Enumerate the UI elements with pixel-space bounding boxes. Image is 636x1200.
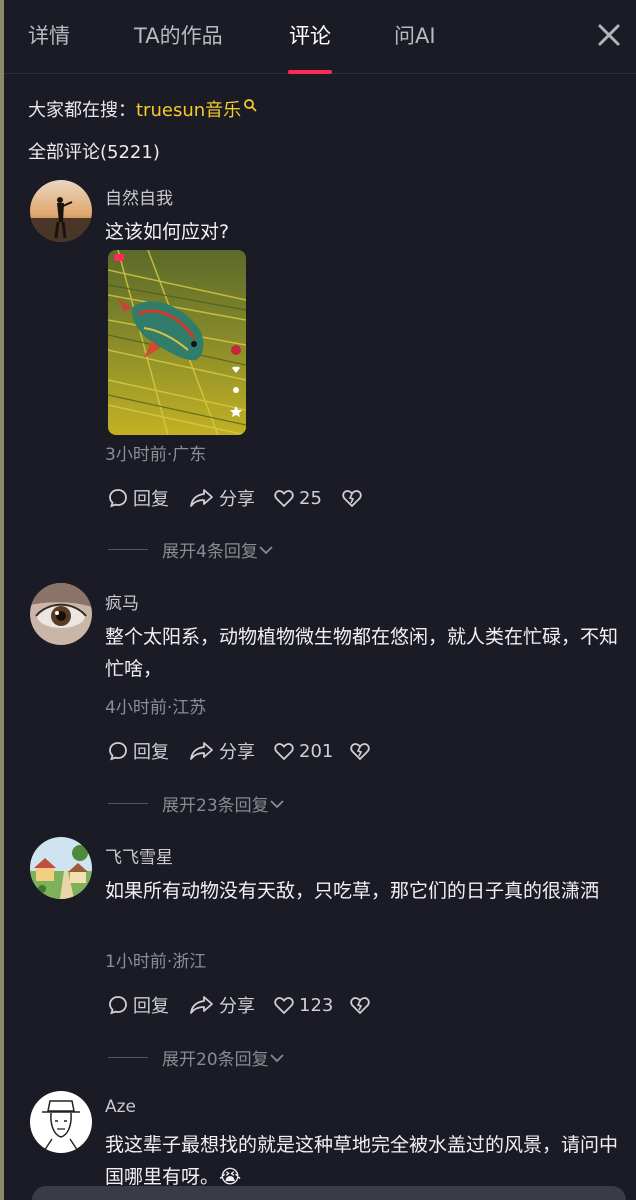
reply-label: 回复 <box>133 742 169 763</box>
search-icon[interactable] <box>243 96 257 112</box>
reply-button[interactable]: 回复 <box>107 484 169 512</box>
heart-icon <box>274 490 294 508</box>
dislike-button[interactable] <box>341 484 367 512</box>
comment-input-bar[interactable] <box>32 1186 626 1200</box>
avatar[interactable] <box>30 837 92 899</box>
expand-replies-button[interactable]: 展开23条回复 <box>108 791 285 816</box>
reply-icon <box>109 742 127 761</box>
tab-ask-ai[interactable]: 问AI <box>394 20 436 50</box>
share-icon <box>190 742 213 760</box>
comment-text: 如果所有动物没有天敌，只吃草，那它们的日子真的很潇洒 <box>105 880 600 902</box>
tab-bar: 详情 TA的作品 评论 问AI <box>4 0 636 74</box>
comment-actions: 回复 分享 123 <box>105 991 505 1019</box>
broken-heart-icon <box>342 490 362 508</box>
comment-text: 整个太阳系，动物植物微生物都在悠闲，就人类在忙碌，不知忙啥， <box>105 626 619 680</box>
heart-icon <box>274 997 294 1015</box>
reply-button[interactable]: 回复 <box>107 991 169 1019</box>
reply-button[interactable]: 回复 <box>107 737 169 765</box>
expand-replies-label: 展开20条回复 <box>162 1050 269 1070</box>
close-icon[interactable] <box>596 22 622 48</box>
divider <box>108 803 148 804</box>
search-hint-prefix: 大家都在搜： <box>28 100 136 121</box>
chevron-down-icon <box>270 1053 284 1062</box>
avatar[interactable] <box>30 180 92 242</box>
comment-username[interactable]: 飞飞雪星 <box>105 843 173 868</box>
divider <box>108 1057 148 1058</box>
reply-icon <box>109 489 127 508</box>
share-label: 分享 <box>219 489 255 510</box>
active-tab-indicator <box>288 70 332 74</box>
like-button[interactable]: 25 <box>273 484 322 512</box>
dislike-button[interactable] <box>349 991 375 1019</box>
search-suggestion: 大家都在搜：truesun音乐 <box>28 96 257 122</box>
avatar[interactable] <box>30 1091 92 1153</box>
share-button[interactable]: 分享 <box>189 737 255 765</box>
like-count: 123 <box>299 994 334 1016</box>
share-label: 分享 <box>219 742 255 763</box>
heart-icon <box>274 743 294 761</box>
expand-replies-button[interactable]: 展开20条回复 <box>108 1045 285 1070</box>
share-icon <box>190 996 213 1014</box>
expand-replies-button[interactable]: 展开4条回复 <box>108 537 274 562</box>
expand-replies-label: 展开23条回复 <box>162 796 269 816</box>
divider <box>108 549 148 550</box>
comment-username[interactable]: Aze <box>105 1097 136 1117</box>
reply-label: 回复 <box>133 996 169 1017</box>
tab-details[interactable]: 详情 <box>28 20 70 50</box>
reply-label: 回复 <box>133 489 169 510</box>
like-button[interactable]: 123 <box>273 991 333 1019</box>
comment-actions: 回复 分享 25 <box>105 484 505 512</box>
share-label: 分享 <box>219 996 255 1017</box>
comment-meta: 4小时前·江苏 <box>105 698 207 718</box>
comment-text: 我这辈子最想找的就是这种草地完全被水盖过的风景，请问中国哪里有呀。😭 <box>105 1134 619 1188</box>
dislike-button[interactable] <box>349 737 375 765</box>
like-button[interactable]: 201 <box>273 737 333 765</box>
like-count: 201 <box>299 740 334 762</box>
comment-meta: 1小时前·浙江 <box>105 952 207 972</box>
search-keyword-link[interactable]: truesun音乐 <box>136 100 241 121</box>
like-count: 25 <box>299 487 322 509</box>
comment-count: 全部评论(5221) <box>28 142 160 163</box>
avatar[interactable] <box>30 583 92 645</box>
comment-username[interactable]: 疯马 <box>105 589 139 614</box>
broken-heart-icon <box>350 743 370 761</box>
chevron-down-icon <box>259 545 273 554</box>
share-button[interactable]: 分享 <box>189 484 255 512</box>
tab-works[interactable]: TA的作品 <box>134 20 223 50</box>
tab-comments[interactable]: 评论 <box>289 20 331 50</box>
comment-video-thumbnail[interactable] <box>108 250 246 435</box>
comment-username[interactable]: 自然自我 <box>105 184 173 209</box>
comment-actions: 回复 分享 201 <box>105 737 505 765</box>
chevron-down-icon <box>270 799 284 808</box>
comment-meta: 3小时前·广东 <box>105 445 207 465</box>
expand-replies-label: 展开4条回复 <box>162 542 258 562</box>
comments-panel: 详情 TA的作品 评论 问AI 大家都在搜：truesun音乐 全部评论(522… <box>0 0 636 1200</box>
broken-heart-icon <box>350 997 370 1015</box>
comment-text: 这该如何应对? <box>105 221 230 243</box>
reply-icon <box>109 996 127 1015</box>
share-icon <box>190 489 213 507</box>
share-button[interactable]: 分享 <box>189 991 255 1019</box>
